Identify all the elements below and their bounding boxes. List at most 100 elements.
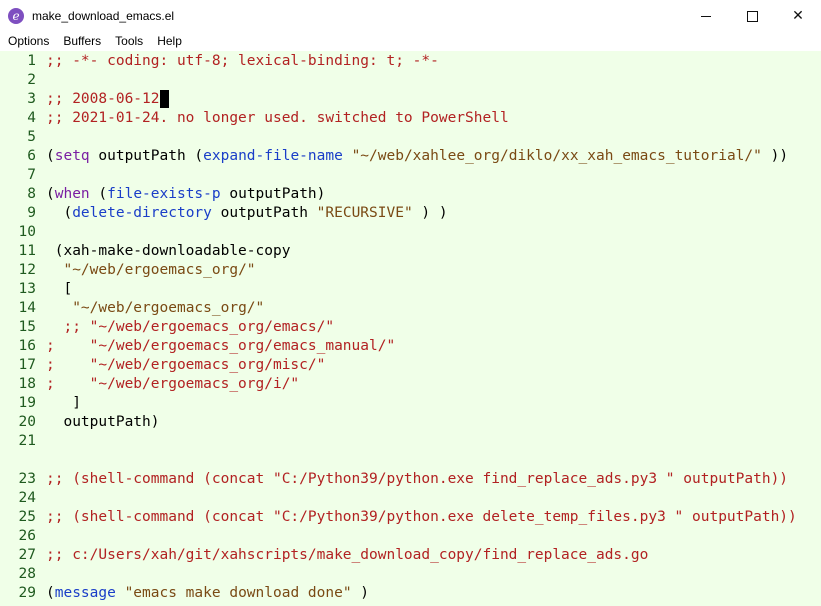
- code-token: outputPath): [220, 186, 326, 202]
- line-number: 2: [27, 72, 36, 88]
- code-line[interactable]: [0, 451, 821, 470]
- code-line[interactable]: 9 (delete-directory outputPath "RECURSIV…: [0, 204, 821, 223]
- line-number: 25: [18, 509, 36, 525]
- code-line[interactable]: 3 ;; 2008-06-12: [0, 90, 821, 109]
- code-token: message: [54, 585, 116, 601]
- code-token: "~/web/ergoemacs_org/": [63, 262, 256, 278]
- line-number: 26: [18, 528, 36, 544]
- code-line[interactable]: 17 ; "~/web/ergoemacs_org/misc/": [0, 356, 821, 375]
- code-line[interactable]: 12 "~/web/ergoemacs_org/": [0, 261, 821, 280]
- code-text: [: [46, 280, 72, 299]
- code-line[interactable]: 7: [0, 166, 821, 185]
- code-line[interactable]: 18 ; "~/web/ergoemacs_org/i/": [0, 375, 821, 394]
- minimize-icon: [701, 15, 711, 17]
- line-number: 19: [18, 395, 36, 411]
- line-number: 17: [18, 357, 36, 373]
- line-number: 7: [27, 167, 36, 183]
- code-line[interactable]: 6 (setq outputPath (expand-file-name "~/w…: [0, 147, 821, 166]
- code-line[interactable]: 23 ;; (shell-command (concat "C:/Python39…: [0, 470, 821, 489]
- code-token: ]: [46, 395, 81, 411]
- code-line[interactable]: 16 ; "~/web/ergoemacs_org/emacs_manual/": [0, 337, 821, 356]
- code-token: "RECURSIVE": [316, 205, 413, 221]
- code-text: (xah-make-downloadable-copy: [46, 242, 291, 261]
- line-number: 23: [18, 471, 36, 487]
- code-line[interactable]: 1 ;; -*- coding: utf-8; lexical-binding: …: [0, 52, 821, 71]
- code-line[interactable]: 13 [: [0, 280, 821, 299]
- line-number: 9: [27, 205, 36, 221]
- code-line[interactable]: 25 ;; (shell-command (concat "C:/Python39…: [0, 508, 821, 527]
- code-token: ) ): [412, 205, 448, 221]
- code-line[interactable]: 4 ;; 2021-01-24. no longer used. switched…: [0, 109, 821, 128]
- code-token: ;; "~/web/ergoemacs_org/emacs/": [46, 319, 335, 335]
- line-number: 6: [27, 148, 36, 164]
- code-token: delete-directory: [72, 205, 212, 221]
- code-token: ;; (shell-command (concat "C:/Python39/p…: [46, 509, 797, 525]
- code-line[interactable]: 28: [0, 565, 821, 584]
- menu-tools[interactable]: Tools: [107, 32, 149, 51]
- code-text: (message "emacs make download done" ): [46, 584, 369, 603]
- code-text: outputPath): [46, 413, 160, 432]
- code-token: (: [89, 186, 108, 202]
- code-token: "emacs make download done": [124, 585, 352, 601]
- code-text: "~/web/ergoemacs_org/": [46, 261, 256, 280]
- code-token: ;; 2008-06-12: [46, 91, 160, 107]
- code-token: ): [351, 585, 370, 601]
- code-token: "~/web/xahlee_org/diklo/xx_xah_emacs_tut…: [351, 148, 762, 164]
- minimize-button[interactable]: [683, 0, 729, 32]
- code-line[interactable]: 26: [0, 527, 821, 546]
- line-number: 28: [18, 566, 36, 582]
- menu-options[interactable]: Options: [0, 32, 55, 51]
- line-number: 3: [27, 91, 36, 107]
- title-bar[interactable]: e make_download_emacs.el ✕: [0, 0, 821, 32]
- code-token: ; "~/web/ergoemacs_org/misc/": [46, 357, 326, 373]
- code-line[interactable]: 10: [0, 223, 821, 242]
- code-line[interactable]: 29 (message "emacs make download done" ): [0, 584, 821, 603]
- line-number: 21: [18, 433, 36, 449]
- code-token: ; "~/web/ergoemacs_org/i/": [46, 376, 300, 392]
- menu-buffers[interactable]: Buffers: [55, 32, 107, 51]
- code-line[interactable]: 24: [0, 489, 821, 508]
- code-line[interactable]: 11 (xah-make-downloadable-copy: [0, 242, 821, 261]
- code-token: outputPath: [211, 205, 317, 221]
- line-number: 4: [27, 110, 36, 126]
- code-line[interactable]: 2: [0, 71, 821, 90]
- code-text: ;; (shell-command (concat "C:/Python39/p…: [46, 508, 797, 527]
- code-token: [: [46, 281, 73, 297]
- code-token: ; "~/web/ergoemacs_org/emacs_manual/": [46, 338, 396, 354]
- code-text: (when (file-exists-p outputPath): [46, 185, 325, 204]
- code-token: expand-file-name: [203, 148, 343, 164]
- code-line[interactable]: 27 ;; c:/Users/xah/git/xahscripts/make_do…: [0, 546, 821, 565]
- code-token: outputPath): [46, 414, 160, 430]
- code-text: ;; c:/Users/xah/git/xahscripts/make_down…: [46, 546, 648, 565]
- close-button[interactable]: ✕: [775, 0, 821, 32]
- menu-help[interactable]: Help: [149, 32, 188, 51]
- code-editor[interactable]: 1 ;; -*- coding: utf-8; lexical-binding: …: [0, 51, 821, 606]
- code-text: ;; 2008-06-12: [46, 90, 169, 109]
- code-token: file-exists-p: [107, 186, 221, 202]
- code-line[interactable]: 15 ;; "~/web/ergoemacs_org/emacs/": [0, 318, 821, 337]
- code-token: (: [46, 585, 55, 601]
- code-text: ]: [46, 394, 81, 413]
- window-title: make_download_emacs.el: [32, 9, 175, 23]
- window-controls: ✕: [683, 0, 821, 32]
- code-line[interactable]: 20 outputPath): [0, 413, 821, 432]
- code-line[interactable]: 14 "~/web/ergoemacs_org/": [0, 299, 821, 318]
- maximize-button[interactable]: [729, 0, 775, 32]
- code-text: ;; "~/web/ergoemacs_org/emacs/": [46, 318, 334, 337]
- code-text: (setq outputPath (expand-file-name "~/we…: [46, 147, 788, 166]
- code-line[interactable]: 19 ]: [0, 394, 821, 413]
- line-number: 8: [27, 186, 36, 202]
- code-token: (xah-make-downloadable-copy: [46, 243, 291, 259]
- code-token: when: [54, 186, 90, 202]
- line-number: 14: [18, 300, 36, 316]
- code-line[interactable]: 5: [0, 128, 821, 147]
- code-line[interactable]: 21: [0, 432, 821, 451]
- code-text: (delete-directory outputPath "RECURSIVE"…: [46, 204, 448, 223]
- line-number: 24: [18, 490, 36, 506]
- code-line[interactable]: 8 (when (file-exists-p outputPath): [0, 185, 821, 204]
- code-token: )): [761, 148, 789, 164]
- line-number: 1: [27, 53, 36, 69]
- line-number: 13: [18, 281, 36, 297]
- code-token: "~/web/ergoemacs_org/": [72, 300, 265, 316]
